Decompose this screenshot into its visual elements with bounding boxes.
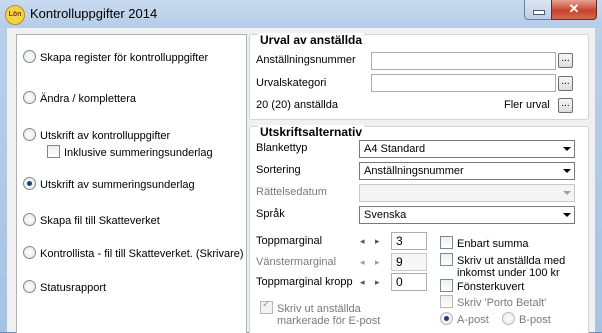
application-window: Lön Kontrolluppgifter 2014 ✕ Skapa regis… (0, 0, 602, 333)
sprak-select[interactable]: Svenska (359, 206, 575, 224)
a-post-radio[interactable]: A-post (440, 312, 489, 326)
option-label: Skapa fil till Skatteverket (40, 215, 160, 227)
checkbox-label: Fönsterkuvert (457, 281, 525, 293)
urval-group: Urval av anställda Anställningsnummer ..… (249, 33, 589, 120)
utskrift-title: Utskriftsalternativ (258, 125, 365, 139)
option-skapa-register[interactable]: Skapa register för kontrolluppgifter (23, 50, 208, 64)
decrease-arrow-icon[interactable]: ◂ (360, 277, 365, 288)
option-utskrift-summering[interactable]: Utskrift av summeringsunderlag (23, 177, 195, 191)
chevron-down-icon (563, 147, 571, 151)
sortering-label: Sortering (256, 164, 301, 176)
action-panel: Skapa register för kontrolluppgifter Änd… (16, 34, 247, 333)
checkbox-label-line2: markerade för E-post (277, 315, 381, 327)
radio-button[interactable] (23, 213, 36, 226)
urvalskategori-input[interactable] (371, 74, 556, 92)
checkbox-label: Skriv 'Porto Betalt' (457, 297, 547, 309)
chevron-down-icon (563, 191, 571, 195)
radio-button-selected[interactable] (23, 177, 36, 190)
minimize-icon (533, 10, 545, 15)
toppmarginal-kropp-input[interactable]: 0 (391, 273, 427, 291)
radio-label: A-post (457, 314, 489, 326)
close-icon: ✕ (568, 1, 580, 16)
vanstermarginal-label: Vänstermarginal (256, 256, 337, 268)
utskrift-group: Utskriftsalternativ Blankettyp A4 Standa… (249, 125, 589, 333)
inklusive-summering-checkbox[interactable]: Inklusive summeringsunderlag (47, 145, 213, 159)
option-skapa-fil[interactable]: Skapa fil till Skatteverket (23, 213, 160, 227)
checkbox-checked[interactable]: ✓ (260, 299, 273, 314)
checkbox-label-line2: inkomst under 100 kr (457, 267, 560, 279)
option-label: Utskrift av kontrolluppgifter (40, 130, 171, 142)
checkbox-label: Inklusive summeringsunderlag (64, 147, 213, 159)
b-post-radio[interactable]: B-post (502, 312, 551, 326)
sprak-value: Svenska (364, 209, 407, 221)
fonsterkuvert-checkbox[interactable]: Fönsterkuvert (440, 279, 524, 293)
blankettyp-select[interactable]: A4 Standard (359, 140, 575, 158)
anstallningsnummer-input[interactable] (371, 52, 556, 70)
option-label: Statusrapport (40, 282, 107, 294)
checkbox-label: Enbart summa (457, 238, 529, 250)
anstallningsnummer-browse-button[interactable]: ... (558, 53, 573, 68)
app-icon: Lön (5, 5, 25, 25)
toppmarginal-label: Toppmarginal (256, 235, 323, 247)
close-button[interactable]: ✕ (551, 0, 597, 20)
fler-urval-label: Fler urval (504, 99, 550, 111)
option-kontrollista[interactable]: Kontrollista - fil till Skatteverket. (S… (23, 246, 244, 260)
chevron-down-icon (563, 213, 571, 217)
enbart-summa-checkbox[interactable]: Enbart summa (440, 236, 529, 250)
minimize-button[interactable] (524, 0, 552, 20)
option-statusrapport[interactable]: Statusrapport (23, 280, 106, 294)
blankettyp-value: A4 Standard (364, 143, 426, 155)
radio-button[interactable] (23, 50, 36, 63)
window-title: Kontrolluppgifter 2014 (30, 6, 158, 21)
decrease-arrow-icon[interactable]: ◂ (360, 257, 365, 268)
increase-arrow-icon[interactable]: ▸ (375, 236, 380, 247)
checkbox[interactable] (47, 145, 60, 158)
blankettyp-label: Blankettyp (256, 142, 308, 154)
sprak-label: Språk (256, 208, 285, 220)
option-utskrift-kontroll[interactable]: Utskrift av kontrolluppgifter (23, 128, 170, 142)
vanstermarginal-input[interactable]: 9 (391, 253, 427, 271)
checkbox[interactable] (440, 253, 453, 266)
radio-button-selected[interactable] (440, 312, 453, 325)
title-bar[interactable]: Lön Kontrolluppgifter 2014 ✕ (0, 0, 602, 28)
radio-button[interactable] (23, 280, 36, 293)
rattelsedatum-label: Rättelsedatum (256, 186, 327, 198)
urvalskategori-browse-button[interactable]: ... (558, 76, 573, 91)
checkbox[interactable] (440, 236, 453, 249)
toppmarginal-input[interactable]: 3 (391, 232, 427, 250)
radio-label: B-post (519, 314, 551, 326)
email-checkbox[interactable]: ✓ Skriv ut anställda markerade för E-post (260, 299, 381, 327)
skriv-inkomst-checkbox[interactable]: Skriv ut anställda med inkomst under 100… (440, 253, 565, 279)
chevron-down-icon (563, 169, 571, 173)
radio-button[interactable] (23, 128, 36, 141)
option-label: Skapa register för kontrolluppgifter (40, 52, 209, 64)
option-label: Kontrollista - fil till Skatteverket. (S… (40, 248, 244, 260)
checkbox-label: Skriv ut anställda med (457, 255, 566, 267)
increase-arrow-icon[interactable]: ▸ (375, 277, 380, 288)
anstallningsnummer-label: Anställningsnummer (256, 54, 356, 66)
sortering-select[interactable]: Anställningsnummer (359, 162, 575, 180)
decrease-arrow-icon[interactable]: ◂ (360, 236, 365, 247)
rattelsedatum-select[interactable] (359, 184, 575, 202)
checkbox-label: Skriv ut anställda (277, 303, 361, 315)
increase-arrow-icon[interactable]: ▸ (375, 257, 380, 268)
option-label: Utskrift av summeringsunderlag (40, 179, 195, 191)
client-area: Skapa register för kontrolluppgifter Änd… (7, 28, 595, 333)
checkbox[interactable] (440, 279, 453, 292)
urvalskategori-label: Urvalskategori (256, 77, 327, 89)
porto-betalt-checkbox[interactable]: Skriv 'Porto Betalt' (440, 295, 546, 309)
option-andra[interactable]: Ändra / komplettera (23, 91, 136, 105)
urval-title: Urval av anställda (258, 33, 365, 47)
checkbox[interactable] (440, 295, 453, 308)
radio-button[interactable] (23, 91, 36, 104)
fler-urval-button[interactable]: ... (558, 98, 573, 113)
option-label: Ändra / komplettera (40, 93, 136, 105)
toppmarginal-kropp-label: Toppmarginal kropp (256, 276, 353, 288)
anstallda-count: 20 (20) anställda (256, 99, 338, 111)
radio-button[interactable] (502, 312, 515, 325)
radio-button[interactable] (23, 246, 36, 259)
sortering-value: Anställningsnummer (364, 165, 464, 177)
